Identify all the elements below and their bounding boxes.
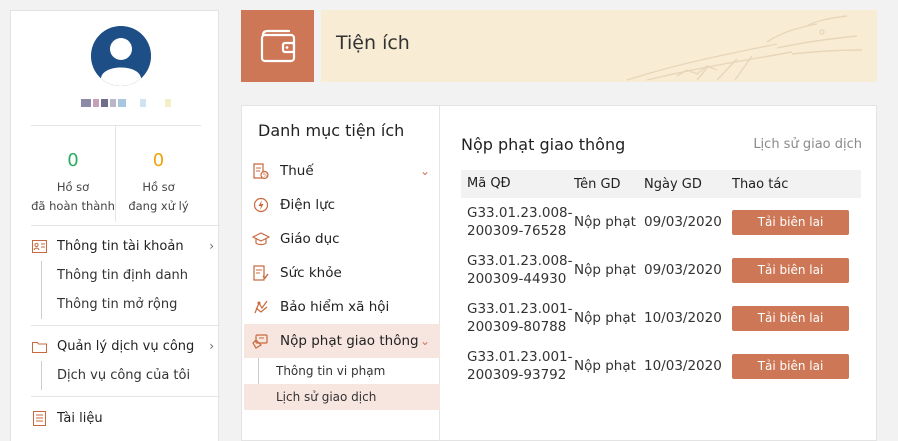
public-service-menu-header[interactable]: Quản lý dịch vụ công ›	[31, 331, 220, 361]
submenu-violation-info[interactable]: Thông tin vi phạm	[244, 358, 440, 384]
category-traffic-fine[interactable]: Nộp phạt giao thông ⌄	[244, 324, 440, 358]
cell-transaction-name: Nộp phạt	[574, 262, 636, 278]
social-insurance-icon	[252, 298, 270, 316]
cell-transaction-name: Nộp phạt	[574, 214, 636, 230]
account-menu-label: Thông tin tài khoản	[57, 238, 184, 254]
avatar[interactable]	[91, 26, 151, 86]
stat-processing[interactable]: 0 Hồ sơ đang xử lý	[116, 126, 201, 222]
stat-processing-count: 0	[152, 150, 165, 171]
utilities-card: Danh mục tiện ích % Thuế ⌄ Điện lực Giáo…	[241, 105, 877, 441]
col-actions: Thao tác	[732, 176, 789, 192]
stat-processing-label-1: Hồ sơ	[142, 180, 175, 194]
traffic-fine-icon	[252, 332, 270, 350]
traffic-fine-submenu: Thông tin vi phạm Lịch sử giao dịch	[244, 358, 440, 410]
table-header: Mã QĐ Tên GD Ngày GD Thao tác	[461, 170, 861, 198]
cell-decision-code: G33.01.23.001- 200309-80788	[467, 301, 573, 335]
menu-item-extended-info[interactable]: Thông tin mở rộng	[42, 290, 220, 319]
table-row: G33.01.23.001- 200309-80788 Nộp phạt 10/0…	[461, 294, 861, 342]
stat-processing-label-2: đang xử lý	[128, 199, 189, 213]
profile-stats: 0 Hồ sơ đã hoàn thành 0 Hồ sơ đang xử lý	[31, 125, 201, 222]
cell-transaction-name: Nộp phạt	[574, 358, 636, 374]
public-service-menu-label: Quản lý dịch vụ công	[57, 338, 195, 354]
cell-decision-code: G33.01.23.008- 200309-76528	[467, 205, 573, 239]
transaction-history-link[interactable]: Lịch sử giao dịch	[753, 137, 862, 152]
page-title: Tiện ích	[336, 32, 410, 54]
col-transaction-name: Tên GD	[574, 176, 621, 192]
cell-transaction-date: 10/03/2020	[644, 310, 722, 326]
documents-menu-label: Tài liệu	[57, 410, 103, 426]
category-sidebar: Danh mục tiện ích % Thuế ⌄ Điện lực Giáo…	[242, 106, 440, 441]
chevron-right-icon: ›	[209, 339, 214, 353]
divider	[31, 225, 220, 226]
category-tax-label: Thuế	[280, 163, 314, 179]
download-receipt-button[interactable]: Tải biên lai	[732, 209, 849, 235]
content-title: Nộp phạt giao thông	[461, 135, 626, 154]
wallet-icon	[260, 29, 295, 63]
education-icon	[252, 230, 270, 248]
stat-completed[interactable]: 0 Hồ sơ đã hoàn thành	[31, 126, 116, 222]
chevron-down-icon: ⌄	[419, 334, 430, 348]
account-submenu: Thông tin định danh Thông tin mở rộng	[41, 261, 220, 319]
category-electricity[interactable]: Điện lực	[244, 188, 440, 222]
col-transaction-date: Ngày GD	[644, 176, 702, 192]
bronze-drum-pattern-icon	[626, 15, 863, 81]
stat-completed-label-2: đã hoàn thành	[31, 199, 115, 213]
masked-username	[81, 98, 172, 107]
documents-menu: Tài liệu	[31, 403, 220, 433]
profile-panel: 0 Hồ sơ đã hoàn thành 0 Hồ sơ đang xử lý…	[10, 10, 220, 441]
health-icon	[252, 264, 270, 282]
id-card-icon	[31, 238, 47, 254]
account-menu: Thông tin tài khoản › Thông tin định dan…	[31, 231, 220, 319]
category-education[interactable]: Giáo dục	[244, 222, 440, 256]
category-social-insurance-label: Bảo hiểm xã hội	[280, 299, 390, 315]
user-silhouette-icon	[91, 26, 151, 86]
public-service-submenu: Dịch vụ công của tôi	[41, 361, 220, 390]
menu-item-my-services[interactable]: Dịch vụ công của tôi	[42, 361, 220, 390]
category-title: Danh mục tiện ích	[258, 121, 405, 140]
public-service-menu: Quản lý dịch vụ công › Dịch vụ công của …	[31, 331, 220, 390]
electricity-icon	[252, 196, 270, 214]
table-row: G33.01.23.008- 200309-44930 Nộp phạt 09/0…	[461, 246, 861, 294]
category-health[interactable]: Sức khỏe	[244, 256, 440, 290]
documents-menu-header[interactable]: Tài liệu	[31, 403, 220, 433]
cell-transaction-date: 09/03/2020	[644, 262, 722, 278]
page-banner: Tiện ích	[321, 10, 877, 82]
document-icon	[31, 410, 47, 426]
download-receipt-button[interactable]: Tải biên lai	[732, 305, 849, 331]
submenu-transaction-history[interactable]: Lịch sử giao dịch	[244, 384, 440, 410]
cell-decision-code: G33.01.23.001- 200309-93792	[467, 349, 573, 383]
transactions-table: Mã QĐ Tên GD Ngày GD Thao tác G33.01.23.…	[461, 170, 861, 390]
folder-icon	[31, 338, 47, 354]
cell-transaction-name: Nộp phạt	[574, 310, 636, 326]
col-decision-code: Mã QĐ	[467, 176, 511, 191]
category-health-label: Sức khỏe	[280, 265, 342, 281]
category-education-label: Giáo dục	[280, 231, 340, 247]
download-receipt-button[interactable]: Tải biên lai	[732, 257, 849, 283]
tax-icon: %	[252, 162, 270, 180]
stat-completed-label-1: Hồ sơ	[56, 180, 90, 194]
divider	[31, 396, 220, 397]
cell-transaction-date: 10/03/2020	[644, 358, 722, 374]
svg-text:%: %	[263, 173, 268, 179]
wallet-banner-tile	[241, 10, 314, 82]
chevron-down-icon: ⌄	[419, 164, 430, 178]
stat-completed-count: 0	[67, 150, 79, 171]
divider	[31, 325, 220, 326]
table-row: G33.01.23.008- 200309-76528 Nộp phạt 09/0…	[461, 198, 861, 246]
menu-item-identity[interactable]: Thông tin định danh	[42, 261, 220, 290]
category-tax[interactable]: % Thuế ⌄	[244, 154, 440, 188]
cell-transaction-date: 09/03/2020	[644, 214, 722, 230]
account-menu-header[interactable]: Thông tin tài khoản ›	[31, 231, 220, 261]
download-receipt-button[interactable]: Tải biên lai	[732, 353, 849, 379]
chevron-right-icon: ›	[209, 239, 214, 253]
table-row: G33.01.23.001- 200309-93792 Nộp phạt 10/0…	[461, 342, 861, 390]
category-electricity-label: Điện lực	[280, 197, 336, 213]
cell-decision-code: G33.01.23.008- 200309-44930	[467, 253, 573, 287]
category-traffic-fine-label: Nộp phạt giao thông	[280, 333, 419, 349]
category-social-insurance[interactable]: Bảo hiểm xã hội	[244, 290, 440, 324]
